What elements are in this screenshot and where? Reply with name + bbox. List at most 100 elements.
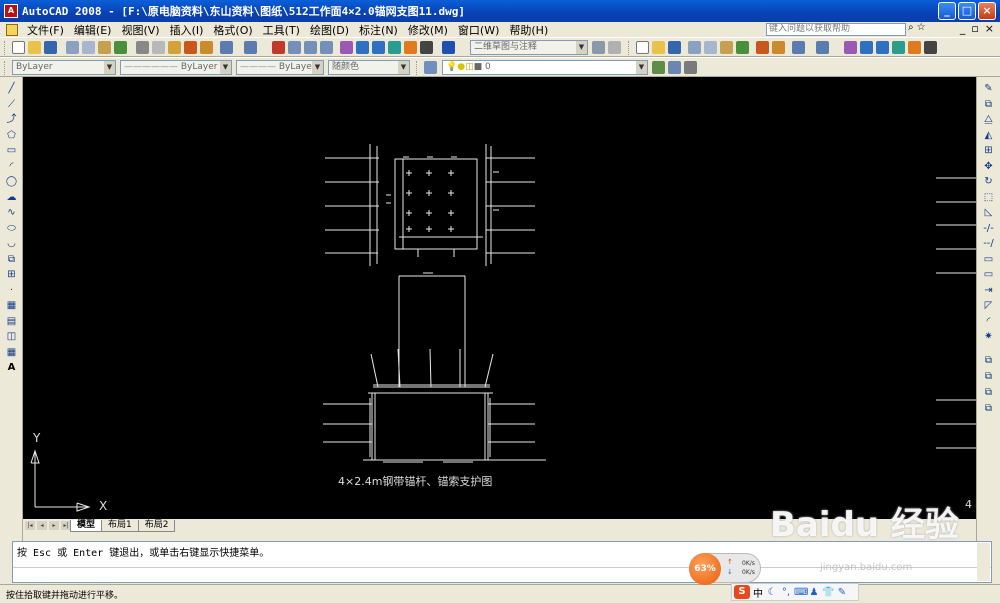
close-icon[interactable]: × <box>978 2 996 20</box>
break-icon[interactable]: ▭ <box>982 268 995 281</box>
minimize-icon[interactable]: _ <box>938 2 956 20</box>
calculator-icon[interactable] <box>420 41 433 54</box>
toolbar-grip[interactable] <box>416 61 419 75</box>
chevron-down-icon[interactable]: ▼ <box>220 61 231 74</box>
tab-layout1[interactable]: 布局1 <box>101 519 139 532</box>
stretch-icon[interactable]: ◺ <box>982 206 995 219</box>
new-file-icon[interactable] <box>12 41 25 54</box>
region-icon[interactable]: ◫ <box>5 330 18 343</box>
markup-icon[interactable] <box>404 41 417 54</box>
chevron-down-icon[interactable]: ▼ <box>636 61 647 74</box>
fillet-icon[interactable]: ◜ <box>982 315 995 328</box>
arc-icon[interactable]: ◜ <box>5 160 18 173</box>
sheet-set-icon[interactable] <box>388 41 401 54</box>
color-select[interactable]: ByLayer ▼ <box>12 60 116 75</box>
print-icon[interactable] <box>66 41 79 54</box>
open-folder-icon[interactable] <box>28 41 41 54</box>
move-icon[interactable]: ✥ <box>982 160 995 173</box>
zoom-window-icon[interactable] <box>304 41 317 54</box>
menu-format[interactable]: 格式(O) <box>208 22 257 38</box>
menu-dimension[interactable]: 标注(N) <box>354 22 403 38</box>
layer-previous-icon[interactable] <box>668 61 681 74</box>
print-icon[interactable] <box>688 41 701 54</box>
ellipse-arc-icon[interactable]: ◡ <box>5 237 18 250</box>
sogou-logo-icon[interactable]: S <box>734 585 750 599</box>
user-icon[interactable]: ♟ <box>808 587 820 598</box>
menu-insert[interactable]: 插入(I) <box>165 22 209 38</box>
ime-mode-toggle[interactable]: 中 <box>752 585 764 600</box>
doc-restore-icon[interactable]: ▫ <box>971 22 978 35</box>
trim-icon[interactable]: -/- <box>982 222 995 235</box>
insert-block-icon[interactable]: ⧉ <box>5 253 18 266</box>
redo-icon[interactable] <box>816 41 829 54</box>
design-center-icon[interactable] <box>860 41 873 54</box>
skin-icon[interactable]: 👕 <box>822 587 834 598</box>
line-icon[interactable]: ╱ <box>5 82 18 95</box>
toolbar-grip[interactable] <box>4 61 7 75</box>
hatch-icon[interactable]: ▦ <box>5 299 18 312</box>
workspace-save-icon[interactable] <box>608 41 621 54</box>
cut-icon[interactable] <box>136 41 149 54</box>
circle-icon[interactable]: ◯ <box>5 175 18 188</box>
menu-file[interactable]: 文件(F) <box>22 22 69 38</box>
linetype-select[interactable]: —————— ByLayer ▼ <box>120 60 232 75</box>
menu-window[interactable]: 窗口(W) <box>453 22 504 38</box>
workspace-select[interactable]: 二维草图与注释 ▼ <box>470 40 588 55</box>
command-scrollbar[interactable] <box>977 543 990 581</box>
tab-layout2[interactable]: 布局2 <box>137 519 176 532</box>
help-search-input[interactable]: 键入问题以获取帮助 <box>766 23 906 36</box>
erase-icon[interactable]: ✎ <box>982 82 995 95</box>
menu-draw[interactable]: 绘图(D) <box>305 22 354 38</box>
chevron-down-icon[interactable]: ▼ <box>312 61 323 74</box>
tab-model[interactable]: 模型 <box>70 519 103 532</box>
copy-object-icon[interactable]: ⧉ <box>982 98 995 111</box>
3d-dwf-icon[interactable] <box>736 41 749 54</box>
mirror-icon[interactable]: ⧋ <box>982 113 995 126</box>
break-at-point-icon[interactable]: ▭ <box>982 253 995 266</box>
next-tab-icon[interactable]: ▸ <box>49 521 59 530</box>
pan-icon[interactable] <box>272 41 285 54</box>
multiline-text-icon[interactable]: A <box>5 361 18 374</box>
send-under-icon[interactable]: ⧉ <box>982 402 995 415</box>
zoom-realtime-icon[interactable] <box>288 41 301 54</box>
workspace-settings-icon[interactable] <box>592 41 605 54</box>
doc-minimize-icon[interactable]: _ <box>960 22 966 35</box>
new-file-icon[interactable] <box>636 41 649 54</box>
keyboard-icon[interactable]: ⌨ <box>794 587 808 598</box>
point-icon[interactable]: · <box>5 284 18 297</box>
prev-tab-icon[interactable]: ◂ <box>37 521 47 530</box>
polyline-icon[interactable]: ⤴ <box>5 113 18 126</box>
search-icon[interactable]: ⌕ <box>908 22 914 33</box>
properties-icon[interactable] <box>340 41 353 54</box>
save-icon[interactable] <box>668 41 681 54</box>
3d-dwf-icon[interactable] <box>114 41 127 54</box>
toolbar-grip[interactable] <box>628 41 631 55</box>
match-properties-icon[interactable] <box>184 41 197 54</box>
tool-palettes-icon[interactable] <box>876 41 889 54</box>
paste-icon[interactable] <box>168 41 181 54</box>
calculator-icon[interactable] <box>924 41 937 54</box>
plot-style-select[interactable]: 随颜色 ▼ <box>328 60 410 75</box>
menu-modify[interactable]: 修改(M) <box>403 22 453 38</box>
extend-icon[interactable]: --/ <box>982 237 995 250</box>
print-preview-icon[interactable] <box>704 41 717 54</box>
copy-icon[interactable] <box>152 41 165 54</box>
chevron-down-icon[interactable]: ▼ <box>104 61 115 74</box>
lineweight-select[interactable]: ———— ByLayer ▼ <box>236 60 324 75</box>
menu-edit[interactable]: 编辑(E) <box>69 22 117 38</box>
drawing-canvas[interactable]: 4×2.4m钢带锚杆、锚索支护图 4 X Y <box>23 77 976 519</box>
make-layer-current-icon[interactable] <box>652 61 665 74</box>
ellipse-icon[interactable]: ⬭ <box>5 222 18 235</box>
bring-above-icon[interactable]: ⧉ <box>982 386 995 399</box>
undo-icon[interactable] <box>220 41 233 54</box>
match-properties-icon[interactable] <box>756 41 769 54</box>
maximize-icon[interactable]: □ <box>958 2 976 20</box>
tools-icon[interactable]: ✎ <box>836 587 848 598</box>
make-block-icon[interactable]: ⊞ <box>5 268 18 281</box>
save-icon[interactable] <box>44 41 57 54</box>
chamfer-icon[interactable]: ◸ <box>982 299 995 312</box>
print-preview-icon[interactable] <box>82 41 95 54</box>
chevron-down-icon[interactable]: ▼ <box>398 61 409 74</box>
join-icon[interactable]: ⇥ <box>982 284 995 297</box>
table-icon[interactable]: ▦ <box>5 346 18 359</box>
